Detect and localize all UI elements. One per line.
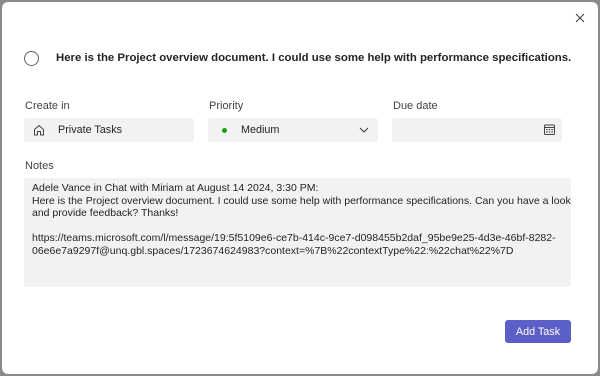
due-date-label: Due date [393,100,438,112]
close-button[interactable] [571,9,589,27]
add-task-button[interactable]: Add Task [505,320,571,343]
notes-label: Notes [25,160,54,172]
notes-line: Adele Vance in Chat with Miriam at Augus… [32,182,319,194]
notes-link-line: https://teams.microsoft.com/l/message/19… [32,232,556,245]
notes-link-line: 06e6e7a9297f@unq.gbl.spaces/172367462498… [32,244,514,257]
close-icon [575,13,585,23]
due-date-input[interactable] [392,118,562,142]
add-task-dialog: Here is the Project overview document. I… [2,2,598,374]
task-title[interactable]: Here is the Project overview document. I… [56,52,572,64]
create-in-value: Private Tasks [58,124,123,136]
notes-line: and provide feedback? Thanks! [32,207,179,220]
priority-label: Priority [209,100,244,112]
task-title-row: Here is the Project overview document. I… [24,49,572,67]
complete-task-radio[interactable] [24,50,39,66]
create-in-field[interactable]: Private Tasks [24,118,194,142]
notes-line: Here is the Project overview document. I… [32,194,571,207]
priority-dot-icon [222,127,227,133]
create-in-label: Create in [25,100,70,112]
calendar-icon[interactable] [543,123,556,136]
priority-dropdown[interactable]: Medium [208,118,378,142]
priority-value: Medium [241,124,280,136]
notes-line [32,220,563,233]
chevron-down-icon [358,124,370,136]
notes-textarea[interactable]: Adele Vance in Chat with Miriam at Augus… [24,178,571,287]
home-icon [32,123,46,137]
